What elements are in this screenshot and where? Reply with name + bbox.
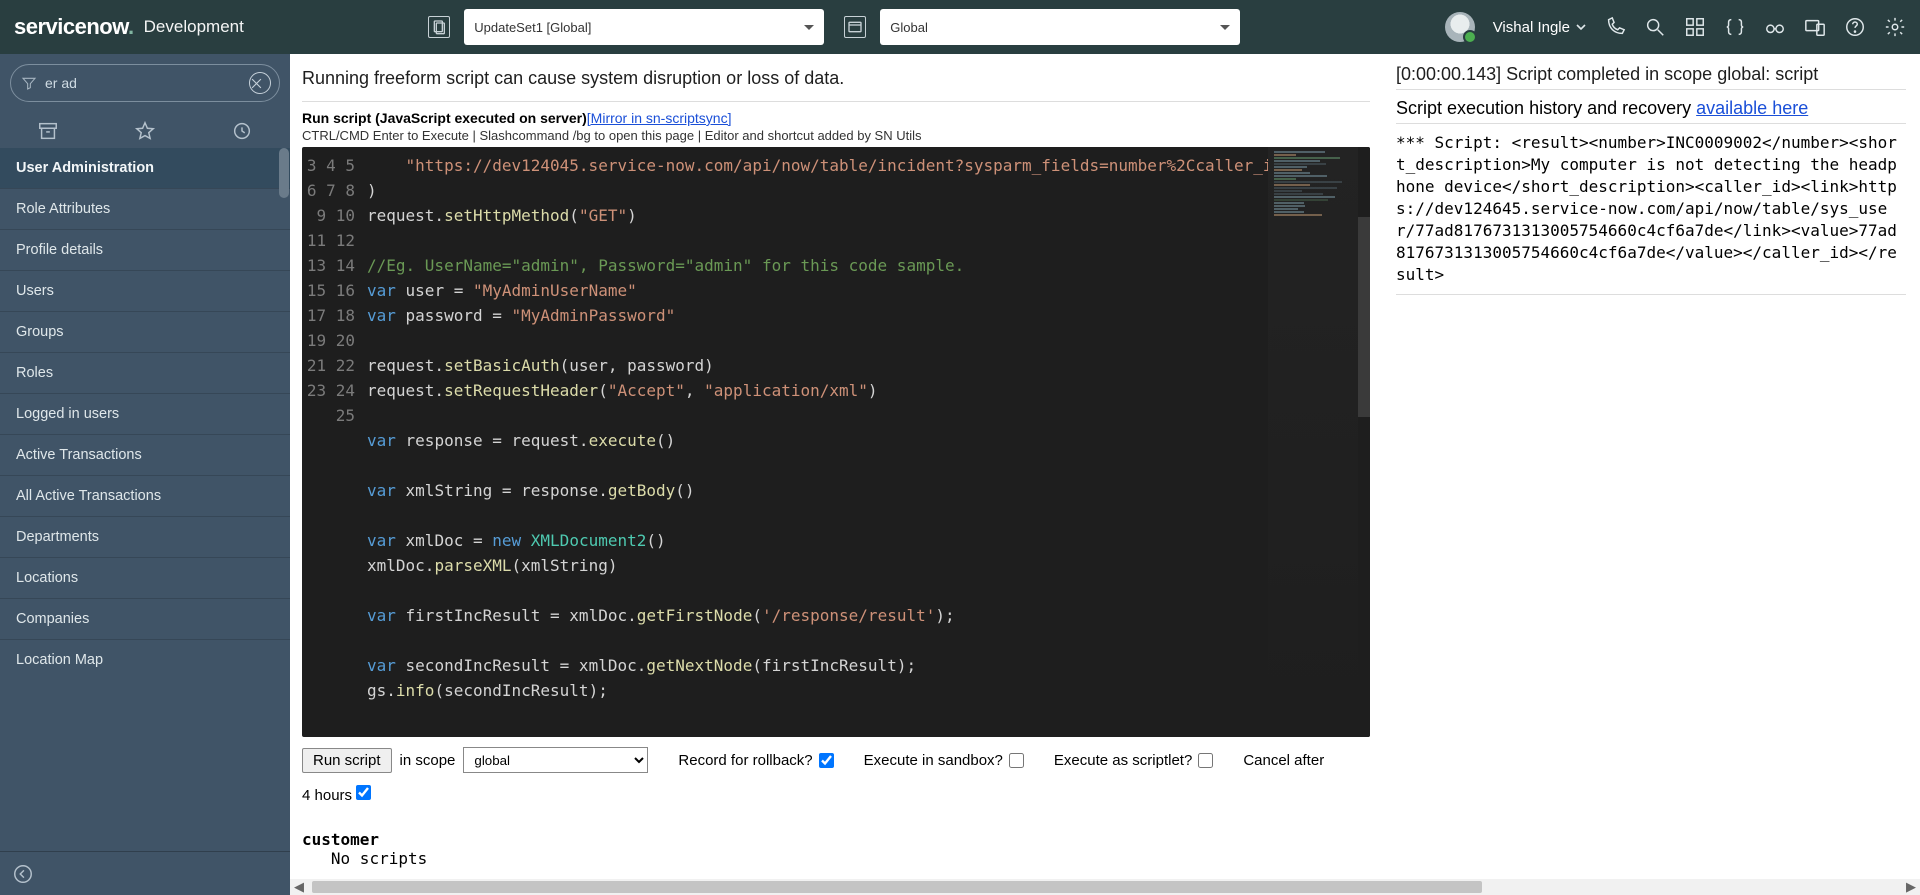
user-avatar[interactable] bbox=[1445, 12, 1475, 42]
hscroll-right-arrow[interactable]: ▶ bbox=[1902, 879, 1920, 895]
editor-body[interactable]: "https://dev124045.service-now.com/api/n… bbox=[367, 147, 1268, 737]
exec-scriptlet-checkbox[interactable] bbox=[1198, 753, 1213, 768]
exec-scriptlet-label: Execute as scriptlet? bbox=[1054, 752, 1213, 769]
divider bbox=[302, 101, 1370, 102]
updateset-value: UpdateSet1 [Global] bbox=[474, 20, 591, 35]
output-header: [0:00:00.143] Script completed in scope … bbox=[1396, 64, 1906, 85]
search-icon[interactable] bbox=[1644, 16, 1666, 38]
caret-down-icon bbox=[1576, 22, 1586, 32]
help-icon[interactable] bbox=[1844, 16, 1866, 38]
exec-sandbox-checkbox[interactable] bbox=[1009, 753, 1024, 768]
star-icon[interactable] bbox=[134, 120, 156, 142]
content-area: Running freeform script can cause system… bbox=[290, 54, 1920, 895]
updateset-picker-icon[interactable] bbox=[428, 16, 450, 38]
collapse-icon[interactable] bbox=[12, 863, 34, 885]
scope-select[interactable]: global bbox=[463, 747, 648, 773]
braces-icon[interactable] bbox=[1724, 16, 1746, 38]
grid-icon[interactable] bbox=[1684, 16, 1706, 38]
nav-section-head[interactable]: User Administration bbox=[0, 148, 290, 188]
sidebar-item[interactable]: Logged in users bbox=[0, 393, 290, 434]
sidebar-item[interactable]: Companies bbox=[0, 598, 290, 639]
mirror-link[interactable]: [Mirror in sn-scriptsync] bbox=[587, 110, 732, 126]
phone-icon[interactable] bbox=[1604, 16, 1626, 38]
chevron-down-icon bbox=[1220, 25, 1230, 35]
nav-filter-text: er ad bbox=[45, 75, 249, 91]
sidebar-item[interactable]: Location Map bbox=[0, 639, 290, 680]
application-select[interactable]: Global bbox=[880, 9, 1240, 45]
cancel-after-label: Cancel after bbox=[1243, 752, 1324, 769]
nav-scroll: User Administration Role AttributesProfi… bbox=[0, 148, 290, 851]
editor-gutter: 3 4 5 6 7 8 9 10 11 12 13 14 15 16 17 18… bbox=[302, 147, 367, 737]
editor-minimap[interactable] bbox=[1268, 147, 1358, 737]
nav-filter[interactable]: er ad bbox=[10, 64, 280, 102]
brand-logo: servicenow. bbox=[14, 14, 134, 40]
archive-icon[interactable] bbox=[37, 120, 59, 142]
content-hscroll[interactable]: ◀ ▶ bbox=[290, 879, 1920, 895]
record-rollback-label: Record for rollback? bbox=[678, 752, 833, 769]
output-pane: [0:00:00.143] Script completed in scope … bbox=[1382, 54, 1920, 895]
exec-sandbox-label: Execute in sandbox? bbox=[864, 752, 1024, 769]
customer-block: customer No scripts bbox=[302, 830, 1370, 868]
history-line: Script execution history and recovery av… bbox=[1396, 98, 1906, 119]
top-banner: servicenow. Development UpdateSet1 [Glob… bbox=[0, 0, 1920, 54]
divider bbox=[1396, 294, 1906, 295]
nav-tabs bbox=[0, 112, 290, 148]
record-rollback-checkbox[interactable] bbox=[819, 753, 834, 768]
glasses-icon[interactable] bbox=[1764, 16, 1786, 38]
sidebar-item[interactable]: Locations bbox=[0, 557, 290, 598]
code-editor[interactable]: 3 4 5 6 7 8 9 10 11 12 13 14 15 16 17 18… bbox=[302, 147, 1370, 737]
output-body: *** Script: <result><number>INC0009002</… bbox=[1396, 132, 1906, 286]
history-link[interactable]: available here bbox=[1696, 98, 1808, 118]
run-controls: Run script in scope global Record for ro… bbox=[302, 737, 1370, 779]
history-icon[interactable] bbox=[231, 120, 253, 142]
run-title: Run script (JavaScript executed on serve… bbox=[302, 110, 1370, 126]
run-script-button[interactable]: Run script bbox=[302, 748, 392, 773]
sidebar-item[interactable]: Role Attributes bbox=[0, 188, 290, 229]
filter-icon bbox=[21, 75, 37, 91]
sidebar-item[interactable]: Departments bbox=[0, 516, 290, 557]
editor-vscroll[interactable] bbox=[1358, 147, 1370, 737]
sidebar-item[interactable]: Active Transactions bbox=[0, 434, 290, 475]
devices-icon[interactable] bbox=[1804, 16, 1826, 38]
run-hint: CTRL/CMD Enter to Execute | Slashcommand… bbox=[302, 128, 1370, 143]
cancel-after-row: 4 hours bbox=[302, 785, 1370, 804]
hscroll-thumb[interactable] bbox=[312, 881, 1482, 893]
in-scope-label: in scope bbox=[400, 752, 456, 769]
sidebar-item[interactable]: Profile details bbox=[0, 229, 290, 270]
nav-scrollbar[interactable] bbox=[279, 148, 289, 198]
divider bbox=[1396, 89, 1906, 90]
application-picker-icon[interactable] bbox=[844, 16, 866, 38]
env-label: Development bbox=[144, 17, 244, 37]
chevron-down-icon bbox=[804, 25, 814, 35]
cancel-after-checkbox[interactable] bbox=[356, 785, 371, 800]
header-tools bbox=[1604, 16, 1906, 38]
hscroll-left-arrow[interactable]: ◀ bbox=[290, 879, 308, 895]
user-menu[interactable]: Vishal Ingle bbox=[1493, 19, 1586, 36]
sidebar-item[interactable]: All Active Transactions bbox=[0, 475, 290, 516]
application-value: Global bbox=[890, 20, 928, 35]
updateset-select[interactable]: UpdateSet1 [Global] bbox=[464, 9, 824, 45]
nav-filter-clear[interactable] bbox=[249, 72, 271, 94]
warning-text: Running freeform script can cause system… bbox=[302, 64, 1370, 97]
left-nav: er ad User Administration Role Attribute… bbox=[0, 54, 290, 895]
sidebar-item[interactable]: Users bbox=[0, 270, 290, 311]
gear-icon[interactable] bbox=[1884, 16, 1906, 38]
divider bbox=[1396, 123, 1906, 124]
sidebar-item[interactable]: Groups bbox=[0, 311, 290, 352]
sidebar-item[interactable]: Roles bbox=[0, 352, 290, 393]
